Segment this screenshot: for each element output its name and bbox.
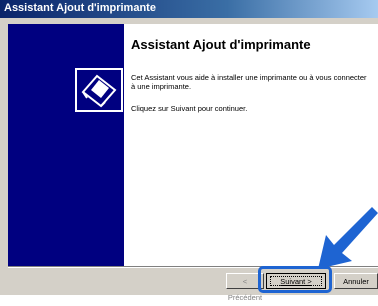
wizard-description: Cet Assistant vous aide à installer une …	[131, 73, 367, 91]
wizard-instruction: Cliquez sur Suivant pour continuer.	[131, 104, 248, 113]
printer-icon	[75, 68, 123, 112]
cancel-button[interactable]: Annuler	[334, 273, 378, 289]
pointer-arrow-icon	[318, 207, 378, 269]
window-title: Assistant Ajout d'imprimante	[4, 2, 156, 14]
wizard-window: Assistant Ajout d'imprimante Assistant A…	[0, 0, 378, 302]
wizard-heading: Assistant Ajout d'imprimante	[131, 37, 311, 52]
title-bar[interactable]: Assistant Ajout d'imprimante	[0, 0, 378, 18]
wizard-side-panel	[8, 24, 124, 266]
